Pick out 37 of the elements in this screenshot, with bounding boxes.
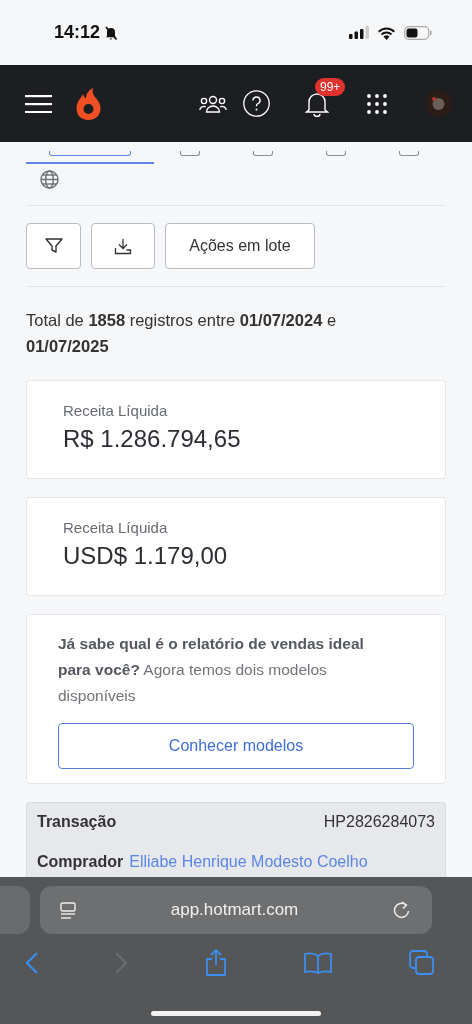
apps-grid-icon[interactable] (367, 93, 387, 114)
filter-icon (44, 238, 63, 254)
back-icon[interactable] (26, 951, 38, 974)
transaction-label: Transação (37, 813, 117, 831)
download-button[interactable] (91, 223, 155, 269)
revenue-value: R$ 1.286.794,65 (63, 425, 242, 453)
battery-icon (404, 25, 432, 40)
revenue-label: Receita Líquida (63, 519, 169, 536)
globe-icon[interactable] (40, 170, 59, 189)
filter-button[interactable] (26, 223, 81, 269)
signal-icon (349, 26, 369, 39)
share-icon[interactable] (204, 949, 227, 976)
reload-icon[interactable] (393, 901, 410, 919)
models-button[interactable]: Conhecer modelos (58, 723, 414, 769)
batch-actions-button[interactable]: Ações em lote (165, 223, 315, 269)
menu-icon[interactable] (25, 94, 52, 113)
address-bar[interactable]: app.hotmart.com (40, 886, 432, 934)
avatar[interactable] (425, 90, 452, 117)
revenue-label: Receita Líquida (63, 402, 169, 419)
notification-badge: 99+ (315, 77, 346, 96)
promo-text: Já sabe qual é o relatório de vendas ideal para você? Agora temos dois modelos disponíveis (58, 634, 365, 706)
records-summary: Total de 1858 registros entre 01/07/2024 e 01/07/2025 (26, 310, 338, 357)
reader-icon[interactable] (60, 901, 76, 919)
buyer-link[interactable]: Elliabe Henrique Modesto Coelho (129, 853, 368, 871)
revenue-value: USD$ 1.179,00 (63, 542, 229, 570)
transaction-id: HP2826284073 (323, 813, 435, 831)
people-icon[interactable] (199, 94, 227, 113)
bell-icon[interactable] (305, 90, 329, 117)
clock-time: 14:12 (54, 22, 101, 43)
download-icon (114, 237, 132, 255)
help-icon[interactable] (243, 90, 270, 117)
url-text: app.hotmart.com (170, 900, 299, 920)
bookmarks-icon[interactable] (303, 951, 332, 974)
flame-logo[interactable] (76, 87, 101, 120)
wifi-icon (377, 25, 396, 40)
buyer-label: Comprador (37, 853, 124, 871)
tabs-icon[interactable] (409, 950, 434, 975)
